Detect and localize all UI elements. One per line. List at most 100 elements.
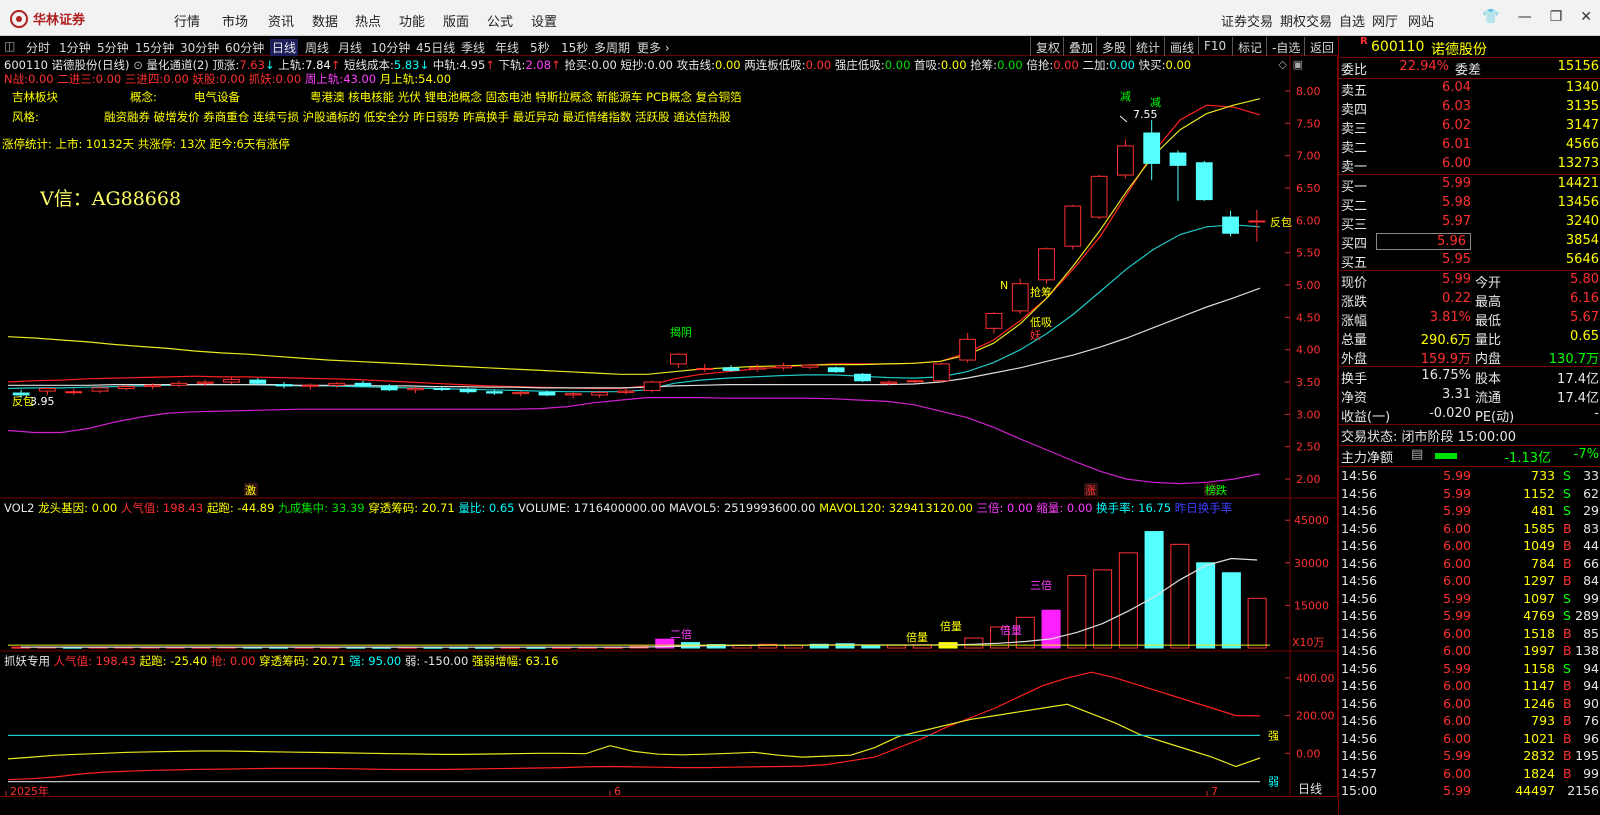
header-arrow: ↑: [330, 58, 341, 72]
period-1min[interactable]: 1分钟: [59, 39, 91, 56]
period-label: 日线: [1298, 782, 1322, 796]
period-30min[interactable]: 30分钟: [180, 39, 219, 56]
ind-tick-label: 0.00: [1296, 747, 1321, 760]
settings-icon[interactable]: ▣: [1293, 58, 1303, 71]
stat-value: 0.65: [1570, 329, 1599, 344]
period-yearly[interactable]: 年线: [495, 39, 519, 56]
menu-formula[interactable]: 公式: [487, 11, 513, 30]
volume-legend-item: 缩量: 0.00: [1036, 501, 1097, 515]
period-15sec[interactable]: 15秒: [561, 39, 588, 56]
period-monthly[interactable]: 月线: [338, 39, 362, 56]
bid-volume: 3240: [1565, 214, 1599, 229]
period-multi[interactable]: 多周期: [594, 39, 630, 56]
menu-data[interactable]: 数据: [312, 11, 338, 30]
restore-icon[interactable]: ❐: [1550, 9, 1563, 25]
chart-area[interactable]: 2.00 2.50 3.00 3.50 4.00 4.50 5.00 5.50 6.00 6.50…: [0, 56, 1338, 798]
btn-overlay[interactable]: 叠加: [1063, 37, 1098, 58]
candle-body: [459, 388, 477, 393]
net-flow-pct: -7%: [1573, 447, 1599, 462]
candle-body: [696, 367, 714, 370]
tick-side: B: [1563, 520, 1572, 536]
header-label: 攻击线:: [672, 58, 715, 72]
menu-news[interactable]: 资讯: [268, 11, 294, 30]
indicator-pane[interactable]: 强弱 2025年 6 7 日线: [5, 671, 1322, 798]
btn-f10[interactable]: F10: [1198, 37, 1231, 55]
btn-stats[interactable]: 统计: [1130, 37, 1165, 58]
btn-multi-stock[interactable]: 多股: [1096, 37, 1131, 58]
tick-price: 6.00: [1443, 713, 1471, 728]
btn-adjust[interactable]: 复权: [1030, 37, 1065, 58]
candle-body: [65, 391, 83, 394]
minimize-icon[interactable]: —: [1518, 9, 1532, 25]
candle-body: [906, 380, 924, 383]
header-value: 0.00: [940, 58, 967, 72]
stat-label: 现价: [1341, 276, 1368, 291]
menu-market[interactable]: 市场: [222, 11, 248, 30]
indicator-dropdown-icon[interactable]: ⊙: [133, 58, 143, 72]
menu-hot[interactable]: 热点: [355, 11, 381, 30]
close-icon[interactable]: ✕: [1580, 9, 1592, 25]
menu-layout[interactable]: 版面: [443, 11, 469, 30]
stat-row: 现价 5.99 今开 5.80: [1339, 271, 1600, 291]
net-flow-row: 主力净额 ▤ -1.13亿 -7%: [1339, 446, 1600, 466]
volume-label: 倍量: [940, 619, 962, 633]
tick-price: 5.99: [1443, 485, 1471, 501]
period-5sec[interactable]: 5秒: [530, 39, 550, 56]
chart-canvas[interactable]: 2.00 2.50 3.00 3.50 4.00 4.50 5.00 5.50 6.00 6.50…: [0, 56, 1338, 798]
period-quarterly[interactable]: 季线: [461, 39, 485, 56]
period-daily[interactable]: 日线: [270, 39, 299, 56]
menu-settings[interactable]: 设置: [531, 11, 557, 30]
btn-back[interactable]: 返回: [1304, 37, 1339, 58]
btn-mark[interactable]: 标记: [1232, 37, 1267, 58]
link-online-hall[interactable]: 网厅: [1372, 11, 1398, 30]
period-60min[interactable]: 60分钟: [225, 39, 264, 56]
period-10min[interactable]: 10分钟: [371, 39, 410, 56]
tick-price: 6.00: [1443, 695, 1471, 711]
volume-legend-item: 九成集中: 33.39: [278, 501, 369, 515]
style-label: 风格:: [12, 110, 39, 124]
link-options-trading[interactable]: 期权交易: [1280, 11, 1332, 30]
volume-pane[interactable]: 二倍 倍量倍量 倍量三倍X10万: [8, 531, 1325, 649]
tick-count: 99: [1583, 765, 1599, 781]
link-website[interactable]: 网站: [1408, 11, 1434, 30]
tick-side: S: [1563, 503, 1571, 518]
header-value: 0.00: [591, 58, 617, 72]
period-more[interactable]: 更多 ›: [637, 39, 670, 56]
tick-side: B: [1563, 643, 1572, 658]
header-label: 抢买:: [560, 58, 592, 72]
popularity-line: [7, 671, 1261, 781]
candle-body: [748, 367, 766, 370]
menu-function[interactable]: 功能: [399, 11, 425, 30]
period-weekly[interactable]: 周线: [305, 39, 329, 56]
period-timeshare[interactable]: 分时: [26, 39, 50, 56]
period-5min[interactable]: 5分钟: [97, 39, 129, 56]
skin-icon[interactable]: 👕: [1482, 9, 1499, 25]
stat-row: 涨幅 3.81% 最低 5.67: [1339, 309, 1600, 329]
stat-label: 量比: [1475, 333, 1502, 348]
period-15min[interactable]: 15分钟: [135, 39, 174, 56]
stat-label: 最高: [1475, 295, 1502, 310]
chart-annotation: 反包: [1270, 216, 1292, 229]
net-flow-label: 主力净额: [1341, 451, 1394, 466]
flow-detail-icon[interactable]: ▤: [1411, 447, 1423, 462]
btn-draw[interactable]: 画线: [1164, 37, 1199, 58]
chart-annotation: N: [1000, 279, 1008, 292]
collapse-icon[interactable]: ◇: [1279, 58, 1287, 71]
tick-price: 5.99: [1443, 590, 1471, 606]
bid-row: 买三 5.97 3240: [1339, 213, 1600, 233]
bid-row: 买四 5.96 3854: [1339, 232, 1600, 252]
volume-legend-item: VOLUME: 1716400000.00: [518, 501, 669, 515]
candle-body: [1117, 145, 1134, 176]
indicator-name[interactable]: 量化通道(2): [146, 58, 208, 72]
panel-toggle-icon[interactable]: ◫: [4, 39, 15, 53]
ask-volume: 13273: [1557, 156, 1599, 171]
bid-label: 买四: [1341, 237, 1368, 252]
period-45day[interactable]: 45日线: [416, 39, 455, 56]
tick-volume: 1021: [1523, 730, 1555, 746]
menu-quotes[interactable]: 行情: [174, 11, 200, 30]
header-value: 0.00: [715, 58, 741, 72]
btn-add-watch[interactable]: -自选: [1266, 37, 1305, 58]
link-watchlist[interactable]: 自选: [1339, 11, 1365, 30]
link-securities-trading[interactable]: 证券交易: [1221, 11, 1273, 30]
tick-time: 14:56: [1341, 748, 1378, 763]
